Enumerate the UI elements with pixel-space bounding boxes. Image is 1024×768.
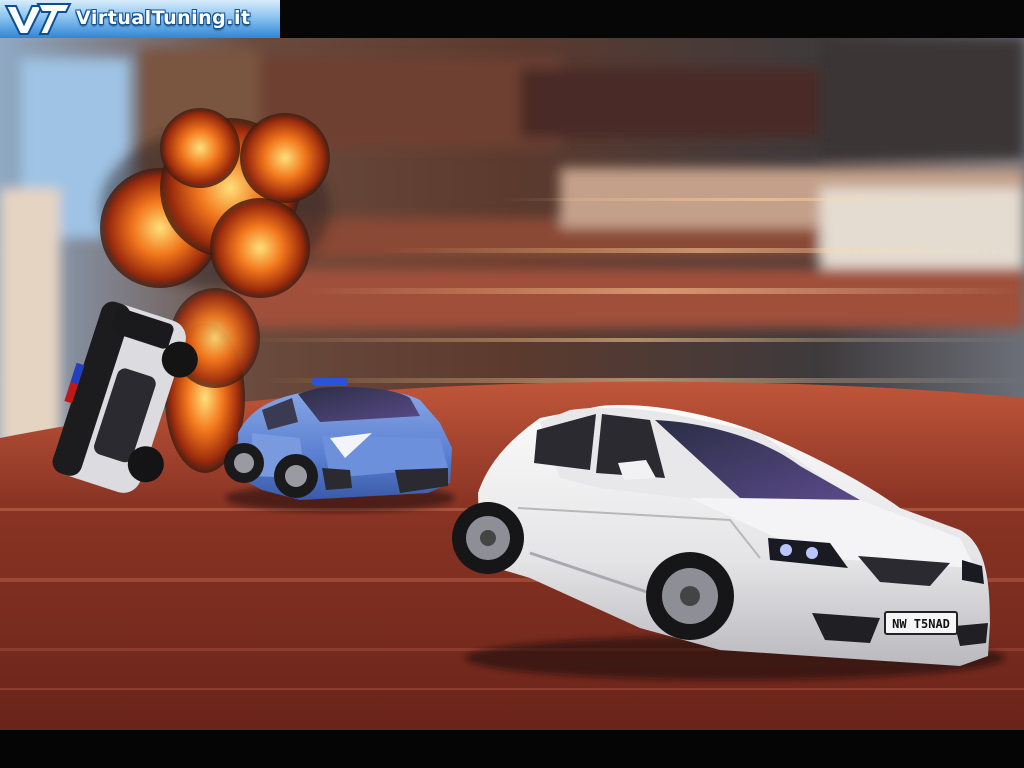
scene-illustration: NW T5NAD: [0, 38, 1024, 730]
logo-text: VirtualTuning.it: [76, 7, 251, 29]
site-logo: VirtualTuning.it: [0, 0, 280, 39]
wallpaper: VirtualTuning.it NW T5NAD: [0, 0, 1024, 768]
bottom-letterbox-bar: [0, 730, 1024, 768]
vt-logo-icon: [4, 3, 72, 35]
plate-text: NW T5NAD: [892, 617, 950, 631]
car-chase-scene: NW T5NAD: [0, 38, 1024, 730]
